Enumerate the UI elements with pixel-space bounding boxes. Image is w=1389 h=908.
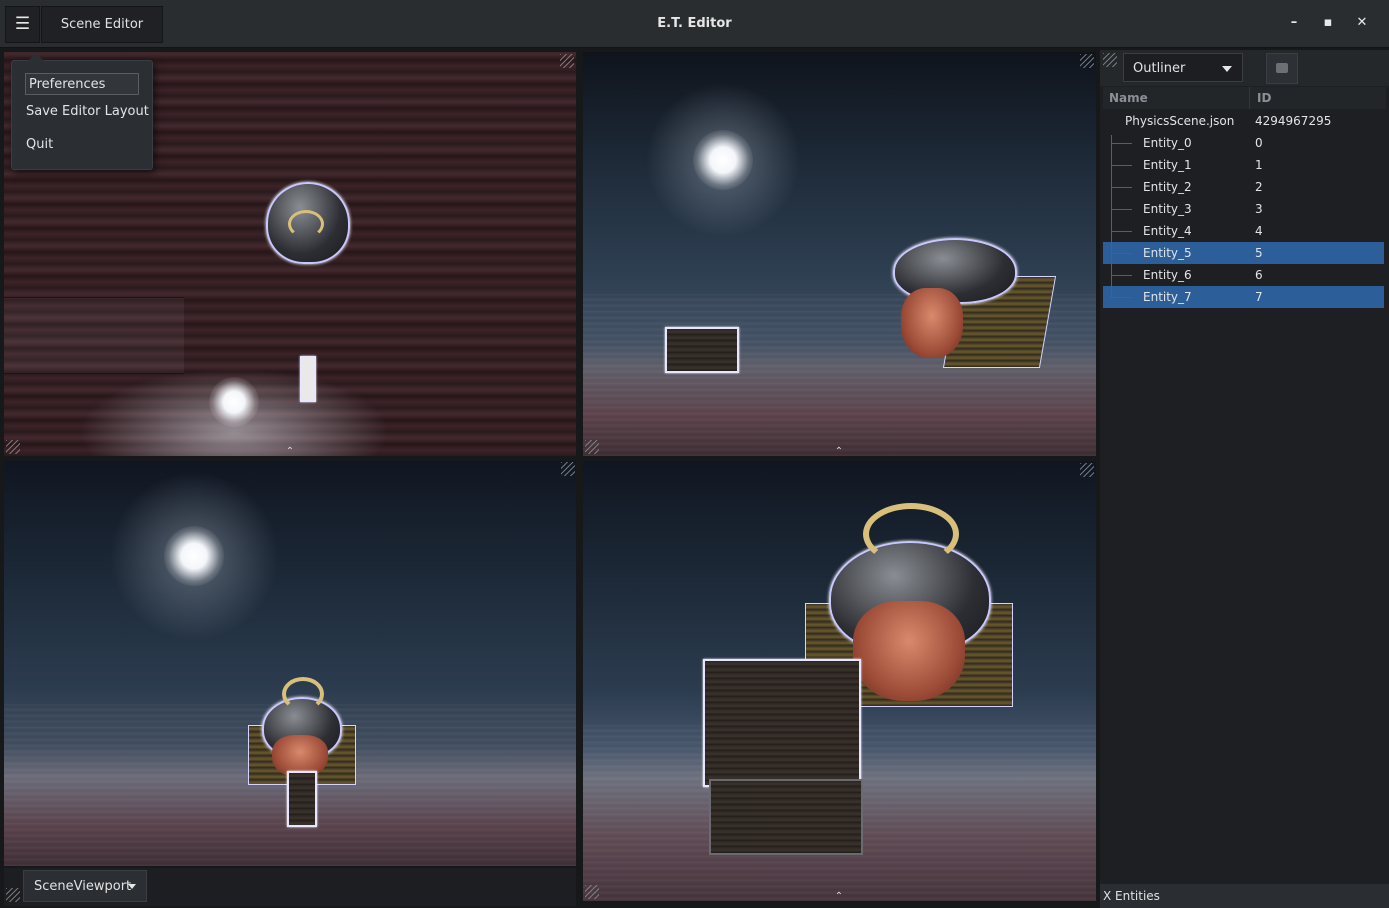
entity-id: 1 [1255,158,1263,172]
entity-id: 3 [1255,202,1263,216]
resize-corner-icon[interactable] [585,885,599,899]
outliner-options-button[interactable] [1266,53,1298,84]
box-model[interactable] [665,327,739,373]
light-source [164,526,224,586]
chevron-up-icon[interactable]: ⌃ [831,447,847,457]
resize-corner-icon[interactable] [585,440,599,454]
helmet-mask [853,601,965,701]
minimize-button[interactable]: – [1283,12,1305,34]
scene-viewport-dropdown[interactable]: SceneViewport [23,870,147,902]
entity-name: Entity_3 [1143,202,1192,216]
box-model[interactable] [287,771,317,827]
app-title: E.T. Editor [657,16,732,31]
entity-name: Entity_2 [1143,180,1192,194]
outliner-header: Name ID [1103,87,1386,109]
entity-name: Entity_0 [1143,136,1192,150]
outliner-toolbar: Outliner [1100,50,1389,86]
resize-corner-icon[interactable] [1080,54,1094,68]
box-model[interactable] [300,356,316,402]
entity-name: Entity_4 [1143,224,1192,238]
tree-connector [1112,275,1132,276]
menu-pointer [28,53,44,61]
entity-id: 6 [1255,268,1263,282]
light-source [693,130,753,190]
tree-root-row[interactable]: PhysicsScene.json 4294967295 [1103,110,1384,132]
title-bar: ☰ Scene Editor E.T. Editor – ▪ ✕ [0,0,1389,48]
menu-item-save-editor-layout[interactable]: Save Editor Layout [26,104,149,119]
tree-root-id: 4294967295 [1255,114,1332,128]
tree-row-entity-0[interactable]: Entity_0 0 [1103,132,1384,154]
tree-row-entity-7[interactable]: Entity_7 7 [1103,286,1384,308]
entity-name: Entity_7 [1143,290,1192,304]
tree-connector [1112,187,1132,188]
main-menu-dropdown: Preferences Save Editor Layout Quit [11,53,153,170]
helmet-mask [901,288,963,358]
caret-down-icon [1222,66,1232,72]
viewport-top-right[interactable]: ⌃ [583,52,1096,456]
resize-corner-icon[interactable] [6,440,20,454]
viewport-bottom-right[interactable]: ⌃ [583,461,1096,901]
tree-root-name: PhysicsScene.json [1125,114,1235,128]
outliner-panel: Outliner Name ID PhysicsScene.json 42949… [1100,50,1389,908]
column-divider[interactable] [1249,87,1250,109]
hamburger-menu-button[interactable]: ☰ [5,6,40,43]
caret-down-icon [128,884,136,889]
tree-row-entity-3[interactable]: Entity_3 3 [1103,198,1384,220]
entity-name: Entity_6 [1143,268,1192,282]
outliner-footer: X Entities [1100,884,1389,908]
tree-row-entity-6[interactable]: Entity_6 6 [1103,264,1384,286]
tree-row-entity-2[interactable]: Entity_2 2 [1103,176,1384,198]
viewport-bottom-left[interactable] [4,461,576,866]
chevron-up-icon[interactable]: ⌃ [282,447,298,457]
entity-id: 4 [1255,224,1263,238]
editor-tab-scene-editor[interactable]: Scene Editor [41,6,163,43]
helmet-model[interactable] [260,180,356,266]
entity-id: 0 [1255,136,1263,150]
helmet-crest [282,677,324,711]
box-model[interactable] [703,659,861,787]
outliner-dropdown-label: Outliner [1133,61,1186,76]
resize-corner-icon[interactable] [1103,53,1117,67]
maximize-button[interactable]: ▪ [1317,12,1339,34]
tree-row-entity-5[interactable]: Entity_5 5 [1103,242,1384,264]
tree-connector [1111,135,1112,298]
scene-viewport-label: SceneViewport [34,879,132,894]
entity-id: 5 [1255,246,1263,260]
close-button[interactable]: ✕ [1351,12,1373,34]
hamburger-icon: ☰ [14,14,31,34]
tree-connector [1112,143,1132,144]
viewport-toolbar: SceneViewport [4,868,576,906]
resize-corner-icon[interactable] [1080,463,1094,477]
resize-corner-icon[interactable] [561,462,575,476]
menu-item-preferences[interactable]: Preferences [25,73,139,95]
resize-corner-icon[interactable] [560,54,574,68]
resize-corner-icon[interactable] [6,888,20,902]
tree-row-entity-4[interactable]: Entity_4 4 [1103,220,1384,242]
tree-connector [1112,297,1132,298]
tree-row-entity-1[interactable]: Entity_1 1 [1103,154,1384,176]
menu-item-quit[interactable]: Quit [26,137,53,152]
chevron-up-icon[interactable]: ⌃ [831,892,847,902]
entity-name: Entity_5 [1143,246,1192,260]
panel-icon [1276,63,1288,73]
floor-plank [4,297,184,374]
tree-connector [1112,209,1132,210]
helmet-crest [288,210,324,238]
helmet-model[interactable] [889,228,1057,374]
column-header-id[interactable]: ID [1257,91,1271,105]
outliner-type-dropdown[interactable]: Outliner [1123,53,1243,82]
column-header-name[interactable]: Name [1109,91,1148,105]
tree-connector [1112,231,1132,232]
tree-connector [1112,253,1132,254]
entity-id: 7 [1255,290,1263,304]
light-source [209,377,259,427]
helmet-crest [863,503,959,565]
entity-name: Entity_1 [1143,158,1192,172]
tree-connector [1112,165,1132,166]
entity-id: 2 [1255,180,1263,194]
box-model-lower[interactable] [709,779,863,855]
